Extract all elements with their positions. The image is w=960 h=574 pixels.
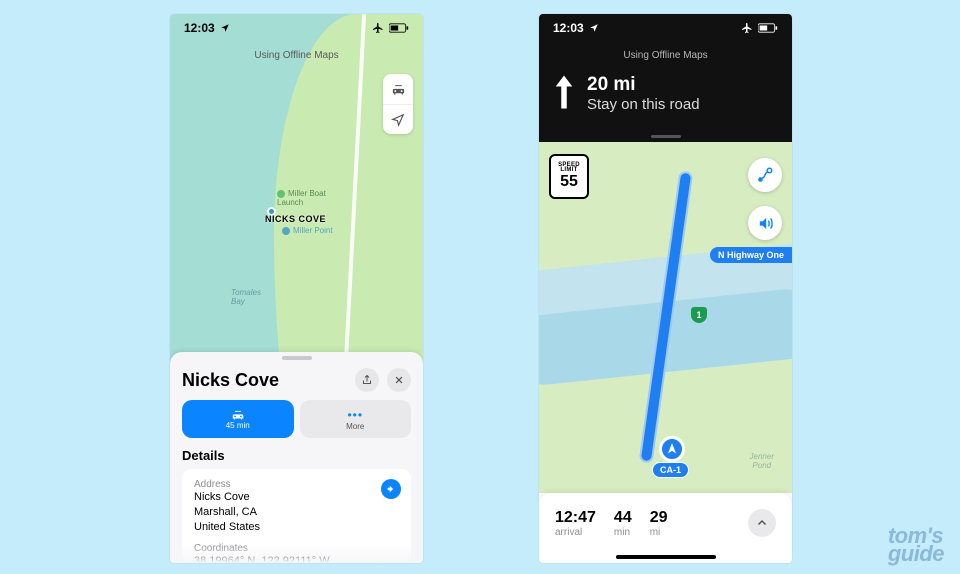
phone-right: 20 mi Stay on this road 12:03 Using Offl…	[539, 14, 792, 563]
status-bar: 12:03	[539, 14, 792, 42]
arrival-label: arrival	[555, 527, 596, 538]
map-mode-buttons	[383, 74, 413, 134]
minutes-value: 44	[614, 509, 632, 527]
ellipsis-icon: •••	[347, 408, 363, 422]
status-time: 12:03	[184, 21, 215, 35]
address-line-3: United States	[194, 520, 399, 535]
address-label: Address	[194, 479, 399, 490]
battery-icon	[389, 23, 409, 33]
car-icon	[230, 408, 246, 422]
route-badge-ca1: CA-1	[652, 462, 689, 478]
close-icon	[394, 375, 404, 385]
address-line-1: Nicks Cove	[194, 490, 399, 505]
audio-button[interactable]	[748, 206, 782, 240]
speed-value: 55	[560, 173, 578, 191]
map-poi-miller-boat[interactable]: Miller Boat Launch	[277, 189, 326, 207]
address-line-2: Marshall, CA	[194, 505, 399, 520]
more-label: More	[346, 422, 364, 431]
battery-icon	[758, 23, 778, 33]
sheet-grabber[interactable]	[282, 356, 312, 360]
directions-button[interactable]: 45 min	[182, 400, 294, 438]
location-arrow-icon	[220, 23, 230, 33]
user-location-puck	[659, 436, 685, 462]
navigate-address-button[interactable]	[381, 479, 401, 499]
minutes-label: min	[614, 527, 632, 538]
minutes-stat: 44 min	[614, 509, 632, 538]
miles-label: mi	[650, 527, 668, 538]
map-label-jenner-pond: Jenner Pond	[750, 452, 774, 470]
phone-left: NICKS COVE Miller Boat Launch Miller Poi…	[170, 14, 423, 563]
map-label-nicks-cove: NICKS COVE	[265, 214, 326, 224]
speed-limit-sign: SPEED LIMIT 55	[549, 154, 589, 199]
chevron-up-icon	[756, 517, 768, 529]
miles-stat: 29 mi	[650, 509, 668, 538]
offline-banner: Using Offline Maps	[539, 50, 792, 61]
route-shield-icon: 1	[691, 307, 707, 323]
turn-arrow-icon	[386, 484, 396, 494]
map-label-tomales-bay: Tomales Bay	[231, 288, 261, 306]
arrival-time: 12:47	[555, 509, 596, 527]
status-time: 12:03	[553, 21, 584, 35]
share-icon	[361, 374, 373, 386]
nav-arrow-icon	[665, 442, 679, 456]
locate-me-button[interactable]	[383, 104, 413, 134]
map-poi-miller-point[interactable]: Miller Point	[282, 226, 333, 235]
place-title: Nicks Cove	[182, 370, 279, 391]
watermark-line-2: guide	[888, 545, 944, 564]
arrival-stat: 12:47 arrival	[555, 509, 596, 538]
banner-grabber[interactable]	[651, 135, 681, 138]
trip-progress-bar[interactable]: 12:47 arrival 44 min 29 mi	[539, 493, 792, 563]
more-button[interactable]: ••• More	[300, 400, 412, 438]
offline-banner: Using Offline Maps	[170, 50, 423, 61]
miles-value: 29	[650, 509, 668, 527]
drive-time-label: 45 min	[226, 421, 250, 430]
nav-distance: 20 mi	[587, 74, 700, 96]
navigation-arrow-icon	[391, 113, 405, 127]
airplane-icon	[372, 22, 384, 34]
speaker-icon	[757, 215, 774, 232]
share-button[interactable]	[355, 368, 379, 392]
home-indicator[interactable]	[616, 555, 716, 559]
car-icon	[391, 82, 406, 97]
highway-label: N Highway One	[710, 247, 792, 263]
driving-mode-button[interactable]	[383, 74, 413, 104]
watermark-logo: tom's guide	[888, 527, 944, 564]
close-button[interactable]	[387, 368, 411, 392]
route-icon	[756, 166, 774, 184]
place-sheet[interactable]: Nicks Cove 45 min ••• More Details	[170, 352, 423, 563]
location-arrow-icon	[589, 23, 599, 33]
details-heading: Details	[182, 448, 411, 463]
status-bar: 12:03	[170, 14, 423, 42]
straight-arrow-icon	[553, 74, 575, 116]
route-overview-button[interactable]	[748, 158, 782, 192]
airplane-icon	[741, 22, 753, 34]
expand-trip-button[interactable]	[748, 509, 776, 537]
nav-instruction: Stay on this road	[587, 96, 700, 113]
